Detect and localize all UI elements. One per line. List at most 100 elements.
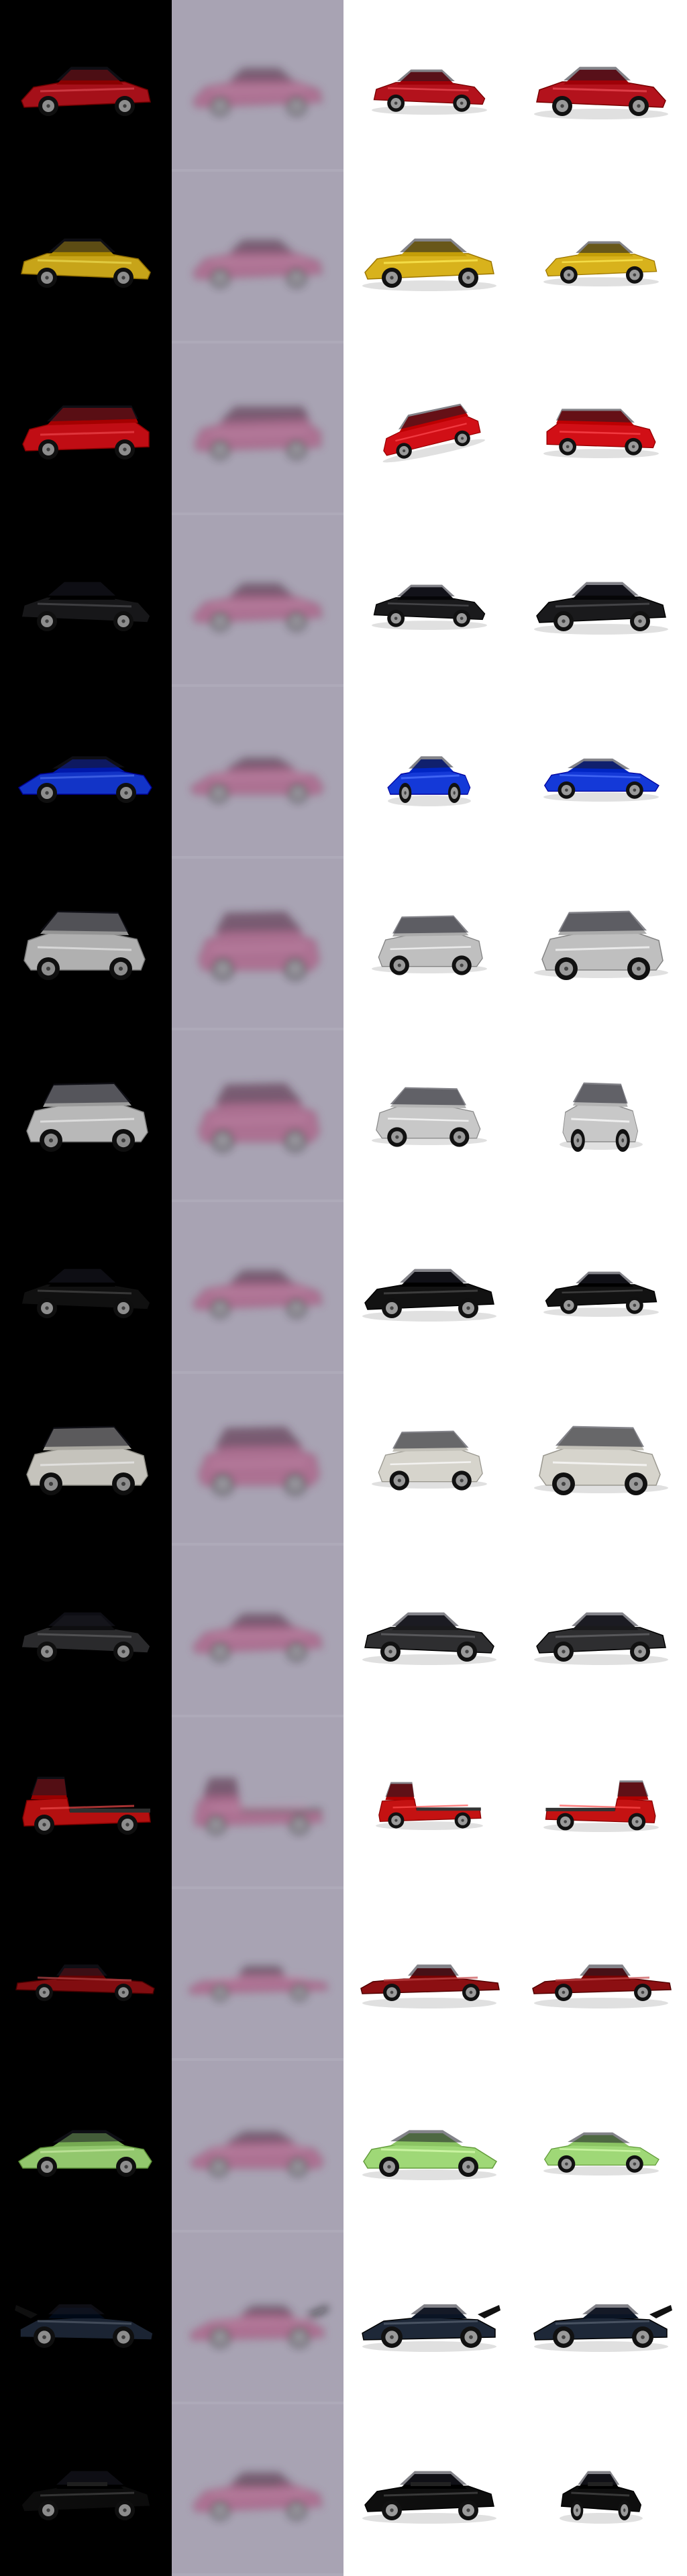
car-model xyxy=(362,2130,498,2180)
hub xyxy=(635,1820,639,1823)
render-view-b-image xyxy=(534,1426,668,1495)
hub xyxy=(214,1823,218,1827)
render-view-a-cell xyxy=(344,0,515,172)
dark-render-cell xyxy=(0,172,172,343)
hub xyxy=(561,1481,566,1487)
car-windows xyxy=(52,2130,125,2143)
hub xyxy=(466,2508,470,2512)
hub xyxy=(394,1819,398,1822)
car-windows xyxy=(408,1964,459,1976)
blurred-car xyxy=(198,1426,320,1495)
blurred-render-image xyxy=(189,756,324,803)
render-view-b-image xyxy=(534,910,668,980)
hub xyxy=(469,1990,473,1994)
blurred-render-cell xyxy=(172,687,344,859)
hub xyxy=(633,1303,637,1307)
car-windows xyxy=(43,1426,131,1447)
render-view-a-image xyxy=(372,584,487,630)
car-windows xyxy=(556,409,635,423)
blurred-render-cell xyxy=(172,1546,344,1717)
car-windows xyxy=(48,1269,115,1283)
hub xyxy=(46,966,51,971)
rear-wing xyxy=(478,2305,500,2318)
car-model xyxy=(17,756,152,803)
render-view-a-image xyxy=(360,1964,500,2008)
hub xyxy=(576,1138,580,1143)
blurred-render-cell xyxy=(172,1889,344,2061)
car-model xyxy=(534,1426,668,1495)
hub xyxy=(297,1990,301,1994)
render-view-a-cell xyxy=(344,1030,515,1202)
hub xyxy=(576,2508,578,2512)
render-view-a-cell xyxy=(344,515,515,687)
render-view-a-image xyxy=(382,403,486,463)
car-windows xyxy=(31,1776,67,1796)
render-view-b-image xyxy=(533,2304,672,2352)
render-view-a-image xyxy=(362,1269,496,1322)
blurred-render-image xyxy=(189,1964,328,2001)
car-windows xyxy=(556,1426,644,1447)
car-windows xyxy=(215,1082,303,1104)
car-model xyxy=(360,1964,500,2008)
hub xyxy=(46,104,50,108)
hub xyxy=(42,1823,46,1827)
blurred-render-cell xyxy=(172,1202,344,1374)
hub xyxy=(295,1306,299,1310)
blurred-render-image xyxy=(194,1776,323,1835)
car-windows xyxy=(397,584,455,597)
hub xyxy=(390,2508,394,2512)
render-view-a-cell xyxy=(344,343,515,515)
render-view-a-cell xyxy=(344,1889,515,2061)
rear-wing xyxy=(306,2305,329,2318)
hub xyxy=(217,2165,221,2169)
car-model xyxy=(194,1776,323,1835)
hub xyxy=(295,619,299,623)
blurred-render-image xyxy=(193,66,323,116)
render-view-a-cell xyxy=(344,859,515,1030)
dark-render-cell xyxy=(0,2061,172,2233)
render-view-b-image xyxy=(534,582,668,635)
render-view-b-cell xyxy=(515,1546,687,1717)
hub xyxy=(218,2508,222,2512)
dark-render-cell xyxy=(0,1374,172,1546)
car-windows xyxy=(228,1612,295,1626)
car-model xyxy=(534,582,668,635)
hub xyxy=(220,966,225,971)
car-model xyxy=(193,1269,323,1318)
blurred-car xyxy=(193,238,323,288)
blurred-car xyxy=(189,756,324,803)
car-windows xyxy=(48,582,115,596)
car-windows xyxy=(215,1426,303,1447)
hub xyxy=(123,447,127,451)
hub xyxy=(218,1990,222,1994)
hub xyxy=(46,2508,50,2512)
render-view-b-cell xyxy=(515,859,687,1030)
car-windows xyxy=(48,2304,105,2314)
car-windows xyxy=(576,1271,634,1284)
hub xyxy=(631,445,635,449)
car-windows xyxy=(228,582,295,596)
render-view-a-image xyxy=(362,1612,496,1665)
car-model xyxy=(193,66,323,116)
truck-flatbed xyxy=(242,1809,322,1813)
blurred-car xyxy=(189,2130,324,2177)
hub xyxy=(390,2335,394,2339)
hub xyxy=(218,276,222,280)
dark-render-cell xyxy=(0,1030,172,1202)
render-view-b-cell xyxy=(515,343,687,515)
hub xyxy=(124,791,128,795)
dark-render-cell xyxy=(0,1889,172,2061)
render-view-a-cell xyxy=(344,2404,515,2576)
car-model xyxy=(532,1964,672,2008)
render-view-b-cell xyxy=(515,2061,687,2233)
car-model xyxy=(543,2132,659,2176)
blurred-render-cell xyxy=(172,1030,344,1202)
blurred-car xyxy=(198,910,320,980)
hub xyxy=(465,1650,469,1654)
dark-render-image xyxy=(15,2304,154,2348)
car-model xyxy=(26,1082,148,1152)
blurred-car xyxy=(189,1964,328,2001)
car-model xyxy=(560,1082,643,1152)
hub xyxy=(121,2335,125,2339)
car-windows xyxy=(228,1269,295,1283)
